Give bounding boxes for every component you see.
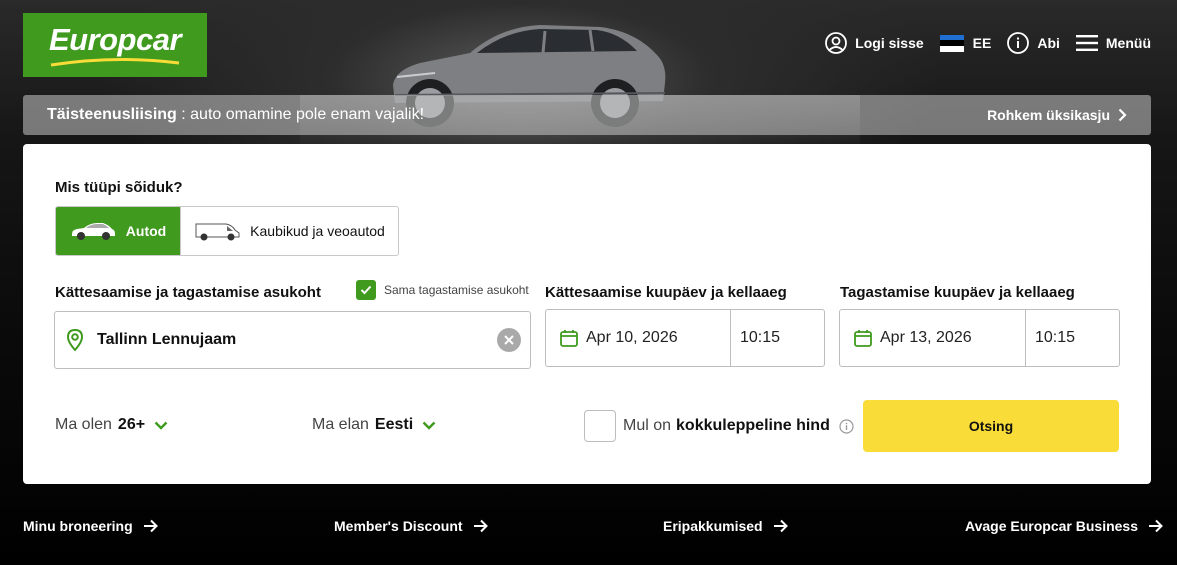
footer-link-label: Minu broneering — [23, 518, 133, 534]
chevron-down-icon — [154, 421, 168, 430]
vehicle-type-label: Mis tüüpi sõiduk? — [55, 179, 183, 196]
user-circle-icon — [825, 32, 848, 54]
negotiated-rate-checkbox[interactable] — [584, 410, 616, 442]
menu-button[interactable]: Menüü — [1075, 34, 1151, 52]
vehicle-type-selector: Autod Kaubikud ja veoautod — [55, 206, 399, 256]
same-location-checkbox[interactable]: Sama tagastamise asukoht — [356, 280, 529, 300]
top-navigation: Logi sisse EE Abi Menüü — [809, 32, 1151, 54]
pickup-datetime-field: Apr 10, 2026 10:15 — [545, 309, 825, 367]
negotiated-label: kokkuleppeline hind — [676, 417, 830, 434]
help-label: Abi — [1037, 35, 1060, 51]
checkbox-checked-icon — [356, 280, 376, 300]
hamburger-icon — [1075, 35, 1098, 51]
vehicle-option-cars[interactable]: Autod — [56, 207, 180, 255]
promo-message: Täisteenusliising : auto omamine pole en… — [47, 106, 424, 124]
language-selector[interactable]: EE — [939, 34, 992, 52]
promo-more-link[interactable]: Rohkem üksikasju — [987, 107, 1127, 123]
same-location-label: Sama tagastamise asukoht — [384, 283, 529, 297]
search-button[interactable]: Otsing — [863, 400, 1119, 452]
footer-link-label: Member's Discount — [334, 518, 463, 534]
map-pin-icon — [67, 329, 83, 351]
logo-swoosh-icon — [50, 57, 180, 66]
residence-dropdown[interactable]: Ma elan Eesti — [312, 416, 436, 434]
return-time-value: 10:15 — [1035, 329, 1076, 346]
age-prefix: Ma olen — [55, 416, 112, 433]
chevron-right-icon — [1118, 108, 1127, 122]
logo-text: Europcar — [48, 21, 182, 57]
promo-link-label: Rohkem üksikasju — [987, 107, 1110, 123]
car-icon — [71, 223, 115, 240]
clear-location-button[interactable] — [497, 328, 521, 352]
booking-widget: Mis tüüpi sõiduk? Autod Kaubikud ja veoa… — [23, 144, 1151, 484]
vehicle-option-cars-label: Autod — [125, 223, 167, 239]
return-date-input[interactable]: Apr 13, 2026 — [840, 310, 1026, 366]
arrow-right-icon — [143, 519, 158, 533]
negotiated-rate-option: Mul on kokkuleppeline hind — [584, 410, 854, 442]
close-icon — [504, 335, 514, 345]
arrow-right-icon — [473, 519, 488, 533]
residence-prefix: Ma elan — [312, 416, 369, 433]
pickup-datetime-label: Kättesaamise kuupäev ja kellaaeg — [545, 284, 787, 301]
return-datetime-field: Apr 13, 2026 10:15 — [839, 309, 1120, 367]
language-label: EE — [972, 35, 992, 51]
footer-link-special-offers[interactable]: Eripakkumised — [663, 518, 788, 534]
help-link[interactable]: Abi — [1007, 32, 1060, 54]
europcar-logo[interactable]: Europcar — [23, 13, 207, 77]
age-value: 26+ — [117, 416, 146, 433]
age-dropdown[interactable]: Ma olen 26+ — [55, 416, 168, 434]
info-icon[interactable] — [839, 418, 854, 434]
chevron-down-icon — [422, 421, 436, 430]
pickup-time-input[interactable]: 10:15 — [731, 310, 780, 366]
menu-label: Menüü — [1105, 35, 1151, 51]
location-label: Kättesaamise ja tagastamise asukoht — [55, 284, 321, 301]
promo-text: : auto omamine pole enam vajalik! — [176, 106, 425, 123]
promo-bar: Täisteenusliising : auto omamine pole en… — [23, 95, 1151, 135]
pickup-date-input[interactable]: Apr 10, 2026 — [546, 310, 731, 366]
login-label: Logi sisse — [855, 35, 924, 51]
return-time-input[interactable]: 10:15 — [1026, 310, 1075, 366]
location-input[interactable]: Tallinn Lennujaam — [54, 311, 531, 369]
arrow-right-icon — [1149, 519, 1163, 533]
footer-link-members-discount[interactable]: Member's Discount — [334, 518, 488, 534]
pickup-time-value: 10:15 — [740, 329, 781, 346]
vehicle-option-vans[interactable]: Kaubikud ja veoautod — [180, 207, 398, 255]
return-date-value: Apr 13, 2026 — [880, 329, 972, 346]
footer-link-my-booking[interactable]: Minu broneering — [23, 518, 158, 534]
location-value: Tallinn Lennujaam — [97, 331, 237, 348]
promo-title: Täisteenusliising — [47, 106, 177, 123]
vehicle-option-vans-label: Kaubikud ja veoautod — [250, 223, 385, 239]
arrow-right-icon — [773, 519, 788, 533]
login-link[interactable]: Logi sisse — [825, 32, 924, 54]
calendar-icon — [854, 330, 872, 347]
residence-value: Eesti — [374, 416, 414, 433]
negotiated-prefix: Mul on — [623, 417, 672, 434]
estonia-flag-icon — [939, 34, 964, 52]
calendar-icon — [560, 330, 578, 347]
footer-link-label: Avage Europcar Business — [965, 518, 1138, 534]
info-icon — [1007, 32, 1030, 54]
van-icon — [195, 223, 240, 241]
footer-link-label: Eripakkumised — [663, 518, 763, 534]
footer-link-europcar-business[interactable]: Avage Europcar Business — [965, 518, 1163, 534]
return-datetime-label: Tagastamise kuupäev ja kellaaeg — [840, 284, 1075, 301]
pickup-date-value: Apr 10, 2026 — [586, 329, 678, 346]
